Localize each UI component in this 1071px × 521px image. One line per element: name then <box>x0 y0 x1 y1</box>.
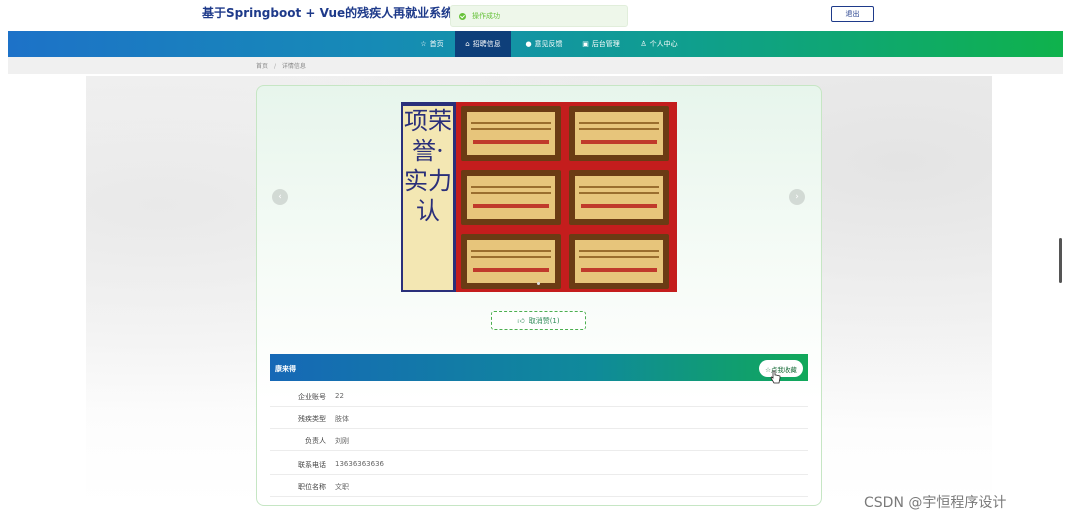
carousel-prev-button[interactable]: ‹ <box>272 189 288 205</box>
detail-value: 22 <box>335 392 344 400</box>
detail-row: 企业账号 22 <box>270 384 808 407</box>
user-icon: ♙ <box>640 40 647 48</box>
company-name: 康来得 <box>275 365 296 373</box>
breadcrumb-home[interactable]: 首页 <box>256 63 268 70</box>
breadcrumb: 首页 / 详情信息 <box>256 61 306 70</box>
nav-label: 个人中心 <box>649 40 678 48</box>
detail-label: 企业账号 <box>298 393 326 401</box>
check-circle-icon <box>459 12 466 20</box>
carousel-image: 项荣誉·实力认 <box>401 102 677 292</box>
detail-row: 负责人 刘刚 <box>270 428 808 451</box>
detail-label: 残疾类型 <box>298 415 326 423</box>
certificate-plaque <box>461 170 561 225</box>
certificate-plaque <box>461 106 561 161</box>
nav-item-jobs[interactable]: ⌂ 招聘信息 <box>455 31 511 57</box>
nav-label: 后台管理 <box>591 40 620 48</box>
detail-row: 联系电话 13636363636 <box>270 452 808 475</box>
home-icon: ☆ <box>420 40 427 48</box>
scrollbar-thumb[interactable] <box>1059 238 1062 283</box>
certificate-plaque <box>461 234 561 289</box>
watermark: CSDN @宇恒程序设计 <box>864 495 1007 511</box>
site-title: 基于Springboot + Vue的残疾人再就业系统 <box>202 6 454 20</box>
breadcrumb-bar <box>8 57 1063 74</box>
favorite-button[interactable]: ☆点我收藏 <box>759 360 803 377</box>
nav-item-profile[interactable]: ♙ 个人中心 <box>628 31 690 57</box>
like-label: 取消赞(1) <box>528 316 560 325</box>
toast-text: 操作成功 <box>472 12 500 20</box>
nav-label: 招聘信息 <box>472 40 501 48</box>
chevron-right-icon: › <box>795 192 799 202</box>
like-button[interactable]: 👍︎ 取消赞(1) <box>491 311 586 330</box>
detail-value: 刘刚 <box>335 437 349 445</box>
detail-value: 13636363636 <box>335 460 384 468</box>
logout-button[interactable]: 退出 <box>831 6 874 22</box>
chevron-left-icon: ‹ <box>278 192 282 202</box>
nav-label: 意见反馈 <box>534 40 563 48</box>
carousel-dot[interactable] <box>537 282 540 285</box>
hand-cursor-icon <box>770 370 781 384</box>
detail-label: 职位名称 <box>298 483 326 491</box>
detail-value: 文职 <box>335 483 349 491</box>
honor-banner: 项荣誉·实力认 <box>401 102 456 292</box>
breadcrumb-separator: / <box>273 63 276 70</box>
detail-label: 联系电话 <box>298 461 326 469</box>
carousel-next-button[interactable]: › <box>789 189 805 205</box>
success-toast: 操作成功 <box>450 5 628 27</box>
feedback-icon: ● <box>525 40 532 48</box>
breadcrumb-current: 详情信息 <box>281 63 306 70</box>
detail-row: 残疾类型 肢体 <box>270 406 808 429</box>
certificate-plaque <box>569 234 669 289</box>
top-header: 基于Springboot + Vue的残疾人再就业系统 操作成功 退出 <box>0 0 1071 31</box>
main-navbar: ☆ 首页 ⌂ 招聘信息 ● 意见反馈 ▣ 后台管理 ♙ 个人中心 <box>8 31 1063 57</box>
certificate-plaque <box>569 170 669 225</box>
house-icon: ⌂ <box>465 40 470 48</box>
nav-item-admin[interactable]: ▣ 后台管理 <box>571 31 631 57</box>
nav-label: 首页 <box>429 40 444 48</box>
nav-item-feedback[interactable]: ● 意见反馈 <box>515 31 573 57</box>
detail-label: 负责人 <box>305 437 326 445</box>
carousel-indicators[interactable] <box>537 270 542 289</box>
detail-row: 职位名称 文职 <box>270 474 808 497</box>
certificate-plaque <box>569 106 669 161</box>
detail-value: 肢体 <box>335 415 349 423</box>
thumbs-up-icon: 👍︎ <box>517 317 525 325</box>
honor-banner-text: 项荣誉·实力认 <box>403 106 453 290</box>
detail-header <box>270 354 808 381</box>
nav-item-home[interactable]: ☆ 首页 <box>406 31 458 57</box>
admin-icon: ▣ <box>582 40 589 48</box>
